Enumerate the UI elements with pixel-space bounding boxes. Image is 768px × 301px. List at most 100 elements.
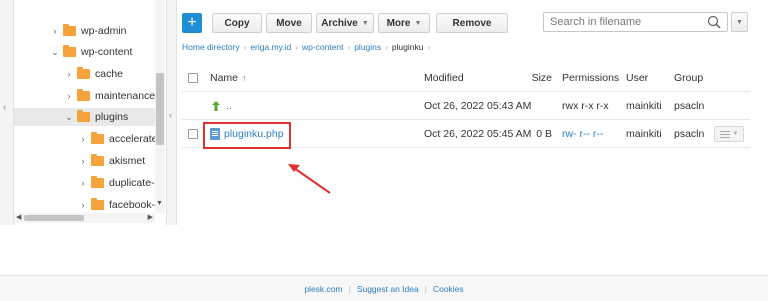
row-size: 0 B <box>536 128 552 140</box>
chevron-left-icon[interactable]: ‹ <box>169 110 172 120</box>
search-box <box>543 12 728 32</box>
tree-item-duplicate[interactable]: › duplicate-p <box>78 174 160 192</box>
chevron-right-icon[interactable]: › <box>78 178 88 188</box>
archive-button[interactable]: Archive ▼ <box>316 13 374 33</box>
tree-horizontal-scrollbar[interactable]: ◀ ▶ <box>14 213 155 223</box>
tree-item-label: cache <box>95 68 124 80</box>
scroll-down-icon[interactable]: ▼ <box>156 200 163 207</box>
up-arrow-icon <box>212 101 220 111</box>
chevron-left-icon[interactable]: ‹ <box>3 102 6 113</box>
folder-icon <box>77 110 90 122</box>
chevron-right-icon[interactable]: › <box>78 134 88 144</box>
folder-icon <box>91 132 104 144</box>
sort-up-icon: ↑ <box>242 73 247 83</box>
scroll-right-icon[interactable]: ▶ <box>148 213 153 221</box>
row-modified: Oct 26, 2022 05:43 AM <box>424 100 532 112</box>
breadcrumb-current: pluginku <box>391 42 424 52</box>
parent-dir-link[interactable]: .. <box>210 92 232 120</box>
chevron-down-icon: ▼ <box>414 19 422 27</box>
tree-item-label: duplicate-p <box>109 177 161 189</box>
footer-separator: | <box>348 283 351 294</box>
breadcrumb-separator: › <box>347 42 351 52</box>
breadcrumb-domain[interactable]: eriga.my.id <box>250 42 291 52</box>
column-name-label: Name <box>210 72 239 84</box>
column-size[interactable]: Size <box>532 64 552 92</box>
chevron-down-icon: ▼ <box>732 131 739 137</box>
tree-collapse-strip[interactable]: ‹ <box>166 0 177 225</box>
tree-item-maintenance[interactable]: › maintenance <box>64 87 155 105</box>
annotation-arrow-icon <box>288 164 331 194</box>
search-options-button[interactable]: ▼ <box>731 12 748 32</box>
column-group[interactable]: Group <box>674 64 703 92</box>
chevron-right-icon[interactable]: › <box>64 91 74 101</box>
footer-link-cookies[interactable]: Cookies <box>433 284 464 294</box>
table-header: Name ↑ Modified Size Permissions User Gr… <box>182 64 750 92</box>
row-name[interactable]: .. <box>226 100 232 112</box>
chevron-right-icon[interactable]: › <box>64 69 74 79</box>
breadcrumb-wp-content[interactable]: wp-content <box>302 42 344 52</box>
folder-tree: › wp-admin ⌄ wp-content › cache › mainte… <box>14 0 166 225</box>
breadcrumb-separator: › <box>427 42 431 52</box>
footer-link-plesk[interactable]: plesk.com <box>304 284 342 294</box>
copy-button[interactable]: Copy <box>212 13 262 33</box>
highlight-annotation-box <box>203 122 291 149</box>
table-row[interactable]: .. Oct 26, 2022 05:43 AM rwx r-x r-x mai… <box>182 92 750 120</box>
row-user: mainkiti <box>626 128 662 140</box>
folder-icon <box>63 24 76 36</box>
row-permissions[interactable]: rw- r-- r-- <box>562 120 603 148</box>
tree-item-accelerated[interactable]: › accelerated <box>78 130 163 148</box>
chevron-right-icon[interactable]: › <box>50 26 60 36</box>
page-footer: plesk.com | Suggest an Idea | Cookies <box>0 275 768 301</box>
tree-item-plugins[interactable]: ⌄ plugins <box>14 108 155 126</box>
scroll-left-icon[interactable]: ◀ <box>16 213 21 221</box>
add-button[interactable]: + <box>182 13 202 33</box>
tree-item-wp-content[interactable]: ⌄ wp-content <box>50 43 132 61</box>
chevron-right-icon[interactable]: › <box>78 156 88 166</box>
breadcrumb-plugins[interactable]: plugins <box>354 42 381 52</box>
breadcrumb-separator: › <box>295 42 298 52</box>
tree-item-facebook[interactable]: › facebook-fe <box>78 196 164 214</box>
left-panel-collapse-strip[interactable]: ‹ <box>0 0 14 225</box>
more-button[interactable]: More ▼ <box>378 13 430 33</box>
chevron-right-icon[interactable]: › <box>78 200 88 210</box>
tree-item-label: wp-admin <box>81 25 127 37</box>
folder-icon <box>91 198 104 210</box>
remove-label: Remove <box>452 17 492 29</box>
breadcrumb-home[interactable]: Home directory <box>182 42 240 52</box>
chevron-down-icon: ▼ <box>361 19 369 27</box>
folder-icon <box>77 67 90 79</box>
move-button[interactable]: Move <box>266 13 312 33</box>
row-user: mainkiti <box>626 100 662 112</box>
folder-icon <box>91 176 104 188</box>
column-permissions[interactable]: Permissions <box>562 64 619 92</box>
tree-item-wp-admin[interactable]: › wp-admin <box>50 22 127 40</box>
tree-item-cache[interactable]: › cache <box>64 65 123 83</box>
search-icon[interactable] <box>707 15 721 29</box>
chevron-down-icon[interactable]: ⌄ <box>50 47 60 58</box>
footer-separator: | <box>424 283 427 294</box>
column-user[interactable]: User <box>626 64 648 92</box>
search-input[interactable] <box>544 16 704 28</box>
tree-vertical-scrollbar[interactable]: ▼ <box>155 0 165 213</box>
row-group: psacln <box>674 128 705 140</box>
row-group: psacln <box>674 100 705 112</box>
tree-item-label: plugins <box>95 111 129 123</box>
row-actions-menu-button[interactable]: ▼ <box>714 126 744 142</box>
scrollbar-thumb[interactable] <box>156 73 164 145</box>
select-all-checkbox[interactable] <box>188 73 198 83</box>
breadcrumb-separator: › <box>385 42 388 52</box>
scrollbar-thumb[interactable] <box>24 215 84 221</box>
file-toolbar: + Copy Move Archive ▼ More ▼ Remove <box>182 12 512 34</box>
column-name[interactable]: Name ↑ <box>210 64 247 92</box>
tree-item-label: maintenance <box>95 90 156 102</box>
remove-button[interactable]: Remove <box>436 13 508 33</box>
footer-link-suggest[interactable]: Suggest an Idea <box>357 284 419 294</box>
tree-item-akismet[interactable]: › akismet <box>78 152 145 170</box>
chevron-down-icon[interactable]: ⌄ <box>64 112 74 123</box>
folder-icon <box>77 89 90 101</box>
archive-label: Archive <box>321 17 358 29</box>
row-size <box>534 92 552 120</box>
move-label: Move <box>276 17 302 29</box>
row-checkbox[interactable] <box>188 129 198 139</box>
column-modified[interactable]: Modified <box>424 64 464 92</box>
